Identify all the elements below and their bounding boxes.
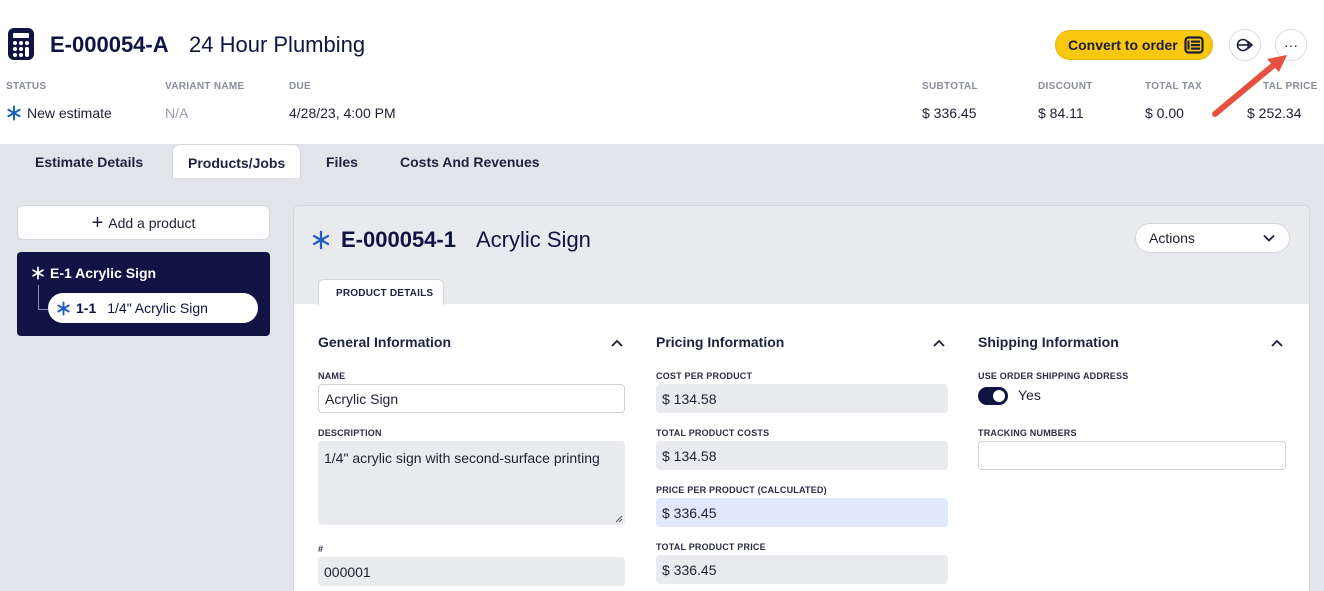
total-product-price-field: $ 336.45 (656, 555, 948, 584)
calculator-icon (8, 28, 34, 60)
estimate-header: E-000054-A 24 Hour Plumbing Convert to o… (0, 0, 1324, 144)
cost-per-product-label: COST PER PRODUCT (656, 371, 753, 381)
cost-per-product-field: $ 134.58 (656, 384, 948, 413)
discount-label: DISCOUNT (1038, 81, 1093, 92)
pricing-info-title: Pricing Information (656, 334, 785, 350)
toggle-knob (993, 390, 1005, 402)
chevron-up-icon[interactable] (1270, 336, 1284, 350)
due-label: DUE (289, 81, 312, 92)
total-product-costs-field: $ 134.58 (656, 441, 948, 470)
subtotal-label: SUBTOTAL (922, 81, 978, 92)
number-label: # (318, 544, 324, 554)
name-label: NAME (318, 371, 346, 381)
name-field[interactable]: Acrylic Sign (318, 384, 625, 413)
chevron-down-icon (1263, 234, 1275, 242)
product-id: E-000054-1 (311, 227, 456, 253)
price-per-product-label: PRICE PER PRODUCT (CALCULATED) (656, 485, 827, 495)
use-order-shipping-toggle[interactable] (978, 387, 1008, 405)
convert-to-order-button[interactable]: Convert to order (1055, 30, 1213, 60)
chevron-up-icon[interactable] (610, 336, 624, 350)
description-text: 1/4" acrylic sign with second-surface pr… (324, 450, 600, 466)
tracking-numbers-label: TRACKING NUMBERS (978, 428, 1077, 438)
due-value: 4/28/23, 4:00 PM (289, 105, 396, 121)
chevron-up-icon[interactable] (932, 336, 946, 350)
total-tax-label: TOTAL TAX (1145, 81, 1202, 92)
asterisk-icon (7, 105, 21, 121)
tab-product-details[interactable]: PRODUCT DETAILS (318, 279, 444, 305)
subtotal-value: $ 336.45 (922, 105, 977, 121)
shipping-info-title: Shipping Information (978, 334, 1119, 350)
product-name: Acrylic Sign (476, 227, 591, 252)
status-label: STATUS (6, 81, 47, 92)
product-id-text: E-000054-1 (341, 227, 456, 252)
annotation-arrow-icon (1212, 55, 1287, 117)
customer-name: 24 Hour Plumbing (189, 32, 366, 57)
product-panel: E-000054-1 Acrylic Sign Actions PRODUCT … (293, 205, 1310, 591)
tracking-numbers-field[interactable] (978, 441, 1286, 470)
general-info-title: General Information (318, 334, 452, 350)
product-panel-header (294, 206, 1309, 304)
asterisk-icon (57, 300, 70, 316)
status-value: New estimate (6, 105, 112, 121)
description-label: DESCRIPTION (318, 428, 382, 438)
tree-child-label: 1/4" Acrylic Sign (107, 300, 208, 316)
add-product-button[interactable]: + Add a product (17, 205, 270, 240)
variant-name-label: VARIANT NAME (165, 81, 245, 92)
resize-handle-icon[interactable] (615, 515, 623, 523)
discount-value: $ 84.11 (1038, 105, 1084, 121)
total-tax-value: $ 0.00 (1145, 105, 1184, 121)
tree-root-item[interactable]: E-1 Acrylic Sign (31, 265, 156, 281)
price-per-product-field[interactable]: $ 336.45 (656, 498, 948, 527)
add-product-label: Add a product (108, 214, 196, 231)
tree-child-number: 1-1 (76, 300, 97, 316)
total-product-costs-label: TOTAL PRODUCT COSTS (656, 428, 770, 438)
tab-products-jobs[interactable]: Products/Jobs (172, 144, 302, 178)
use-order-shipping-label: USE ORDER SHIPPING ADDRESS (978, 371, 1129, 381)
status-text: New estimate (27, 105, 112, 121)
actions-label: Actions (1149, 230, 1195, 246)
tree-root-label: E-1 Acrylic Sign (50, 265, 157, 281)
tree-child-item[interactable]: 1-1 1/4" Acrylic Sign (48, 293, 258, 323)
plus-icon: + (91, 211, 104, 234)
estimate-id: E-000054-A (50, 32, 169, 57)
tab-estimate-details[interactable]: Estimate Details (35, 144, 143, 178)
tree-connector (38, 285, 48, 310)
use-order-shipping-value: Yes (1018, 387, 1041, 403)
actions-dropdown[interactable]: Actions (1135, 223, 1290, 253)
asterisk-icon (32, 266, 44, 280)
tab-costs-and-revenues[interactable]: Costs And Revenues (400, 144, 540, 178)
total-product-price-label: TOTAL PRODUCT PRICE (656, 542, 766, 552)
asterisk-icon (312, 230, 330, 250)
product-tree: E-1 Acrylic Sign 1-1 1/4" Acrylic Sign (17, 252, 270, 336)
variant-name-value: N/A (165, 105, 189, 121)
description-field[interactable]: 1/4" acrylic sign with second-surface pr… (318, 441, 625, 525)
convert-label: Convert to order (1068, 37, 1178, 53)
order-icon (1184, 36, 1204, 54)
number-field: 000001 (318, 557, 625, 586)
tab-files[interactable]: Files (326, 144, 358, 178)
